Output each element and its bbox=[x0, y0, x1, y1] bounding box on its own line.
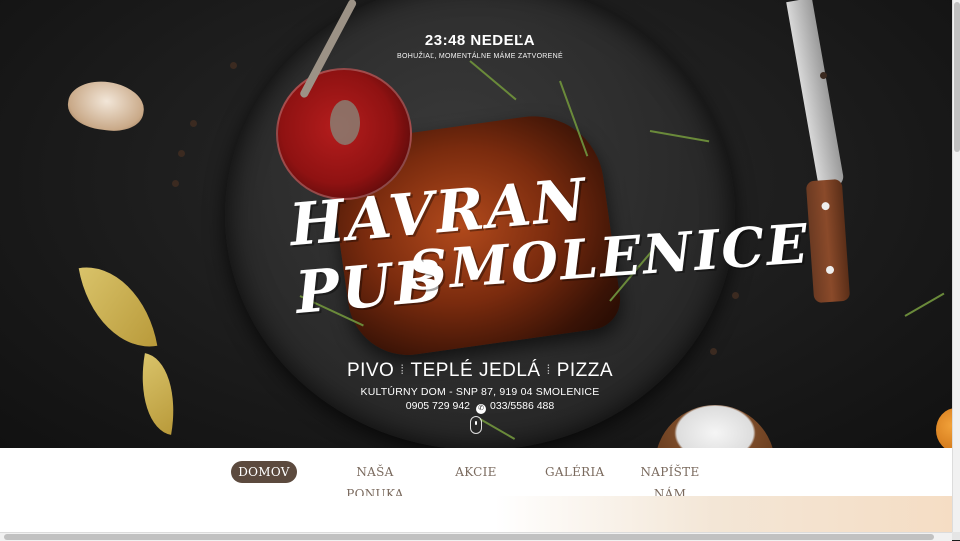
peppercorn bbox=[230, 62, 237, 69]
peppercorn bbox=[190, 120, 197, 127]
scrollbar-corner bbox=[952, 532, 960, 540]
peppercorn bbox=[178, 150, 185, 157]
bay-leaf-image bbox=[131, 353, 185, 435]
content-preview bbox=[0, 496, 952, 532]
nav-item-domov[interactable]: DOMOV bbox=[231, 461, 297, 483]
address: KULTÚRNY DOM - SNP 87, 919 04 SMOLENICE bbox=[360, 386, 600, 398]
service-item: TEPLÉ JEDLÁ bbox=[410, 360, 541, 381]
phone-icon: ✆ bbox=[476, 404, 486, 414]
opening-status: 23:48 NEDEĽA BOHUŽIAĽ, MOMENTÁLNE MÁME Z… bbox=[380, 32, 580, 60]
horizontal-scrollbar-thumb[interactable] bbox=[4, 534, 934, 540]
main-navigation: DOMOV NAŠA PONUKA AKCIE GALÉRIA NAPÍŠTE … bbox=[0, 448, 952, 501]
peppercorn bbox=[710, 348, 717, 355]
peppercorn bbox=[820, 72, 827, 79]
current-time: 23:48 NEDEĽA bbox=[424, 32, 536, 49]
rivet bbox=[825, 265, 835, 275]
nav-item-akcie[interactable]: AKCIE bbox=[455, 461, 497, 483]
peppercorn bbox=[732, 292, 739, 299]
nav-item-nasa-ponuka[interactable]: NAŠA PONUKA bbox=[336, 461, 414, 501]
garlic-image bbox=[65, 76, 147, 136]
vertical-scrollbar-thumb[interactable] bbox=[954, 2, 960, 152]
knife-blade-image bbox=[786, 0, 845, 190]
salt-bowl-image bbox=[655, 405, 775, 448]
spoon-image bbox=[330, 100, 360, 145]
site-logo[interactable]: HAVRAN PUB SMOLENICE bbox=[280, 165, 812, 327]
peppercorn bbox=[172, 180, 179, 187]
nav-item-napiste-nam[interactable]: NAPÍŠTE NÁM bbox=[630, 461, 710, 501]
separator: ⁞ bbox=[400, 362, 405, 377]
service-item: PIVO bbox=[346, 360, 395, 381]
bay-leaf-image bbox=[78, 257, 158, 357]
services-list: PIVO ⁞ TEPLÉ JEDLÁ ⁞ PIZZA bbox=[300, 360, 660, 382]
knife-handle-image bbox=[805, 178, 851, 304]
phone-link-landline[interactable]: 033/5586 488 bbox=[490, 400, 554, 412]
contact-phones: 0905 729 942 ✆ 033/5586 488 bbox=[300, 400, 660, 414]
herb-sprig bbox=[904, 292, 945, 317]
open-status-message: BOHUŽIAĽ, MOMENTÁLNE MÁME ZATVORENÉ bbox=[397, 53, 563, 60]
rivet bbox=[821, 201, 830, 211]
service-item: PIZZA bbox=[556, 360, 614, 381]
vertical-scrollbar[interactable] bbox=[952, 0, 960, 532]
hero-section: 23:48 NEDEĽA BOHUŽIAĽ, MOMENTÁLNE MÁME Z… bbox=[0, 0, 952, 448]
separator: ⁞ bbox=[546, 362, 551, 377]
scroll-down-icon[interactable] bbox=[470, 416, 482, 434]
phone-link-mobile[interactable]: 0905 729 942 bbox=[406, 400, 470, 412]
orange-image bbox=[936, 408, 952, 448]
nav-item-galeria[interactable]: GALÉRIA bbox=[545, 461, 604, 483]
